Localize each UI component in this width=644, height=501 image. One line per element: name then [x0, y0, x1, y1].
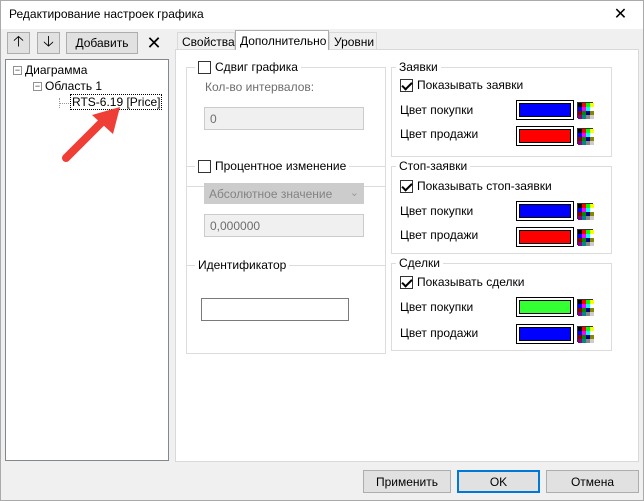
orders-sell-label: Цвет продажи — [400, 127, 479, 141]
tab-panel-advanced: Сдвиг графика Кол-во интервалов: 0 Проце… — [175, 49, 639, 462]
show-trades-label: Показывать сделки — [417, 275, 525, 289]
tab-properties[interactable]: Свойства — [177, 32, 235, 50]
percent-mode-select[interactable]: Абсолютное значение ⌄ — [204, 183, 364, 204]
delete-button[interactable]: ✕ — [142, 32, 166, 54]
shift-checkbox-label: Сдвиг графика — [215, 60, 298, 74]
show-stop-orders-checkbox[interactable]: Показывать стоп-заявки — [400, 179, 552, 193]
orders-buy-color-row — [516, 100, 594, 120]
show-stop-orders-checkbox-box[interactable] — [400, 179, 413, 193]
apply-button[interactable]: Применить — [363, 470, 451, 493]
orders-buy-label: Цвет покупки — [400, 103, 474, 117]
color-palette-icon[interactable] — [577, 128, 594, 145]
show-stop-orders-label: Показывать стоп-заявки — [417, 179, 552, 193]
stop-orders-sell-color-swatch[interactable] — [516, 227, 574, 247]
arrow-down-icon: 🡣 — [43, 32, 54, 50]
delete-icon: ✕ — [146, 32, 162, 53]
collapse-icon[interactable]: − — [13, 66, 22, 76]
trades-group: Сделки Показывать сделки Цвет покупки Цв… — [391, 256, 612, 351]
percent-group: Процентное изменение Абсолютное значение… — [186, 159, 386, 266]
trades-buy-label: Цвет покупки — [400, 300, 474, 314]
stop-orders-sell-color-row — [516, 227, 594, 247]
trades-legend: Сделки — [396, 256, 443, 270]
stop-orders-buy-label: Цвет покупки — [400, 204, 474, 218]
tree-node-label: Область 1 — [45, 79, 103, 93]
cancel-button[interactable]: Отмена — [546, 470, 639, 493]
color-palette-icon[interactable] — [577, 229, 594, 246]
orders-buy-color-swatch[interactable] — [516, 100, 574, 120]
trades-sell-label: Цвет продажи — [400, 326, 479, 340]
ok-button[interactable]: OK — [457, 470, 540, 493]
stop-orders-legend: Стоп-заявки — [396, 159, 471, 173]
trades-buy-color-swatch[interactable] — [516, 297, 574, 317]
percent-value-input[interactable]: 0,000000 — [204, 214, 364, 237]
percent-checkbox[interactable]: Процентное изменение — [195, 159, 350, 173]
trades-sell-color-swatch[interactable] — [516, 324, 574, 344]
tree-node-label: Диаграмма — [25, 63, 88, 77]
tab-levels[interactable]: Уровни — [329, 32, 377, 50]
percent-checkbox-box[interactable] — [198, 159, 211, 173]
shift-checkbox-box[interactable] — [198, 60, 211, 74]
trades-buy-color-row — [516, 297, 594, 317]
annotation-arrow-icon — [62, 107, 120, 162]
show-trades-checkbox[interactable]: Показывать сделки — [400, 275, 524, 289]
arrow-up-icon: 🡡 — [13, 32, 24, 50]
shift-checkbox[interactable]: Сдвиг графика — [195, 60, 301, 74]
percent-mode-value: Абсолютное значение — [209, 187, 333, 201]
title-bar: Редактирование настроек графика ✕ — [1, 1, 643, 29]
show-orders-label: Показывать заявки — [417, 78, 524, 92]
color-palette-icon[interactable] — [577, 102, 594, 119]
identifier-group: Идентификатор — [186, 258, 386, 354]
show-orders-checkbox[interactable]: Показывать заявки — [400, 78, 523, 92]
trades-sell-color-row — [516, 324, 594, 344]
tree-node-area[interactable]: − Область 1 — [33, 79, 102, 93]
close-icon[interactable]: ✕ — [598, 1, 643, 29]
chevron-down-icon: ⌄ — [349, 187, 359, 199]
collapse-icon[interactable]: − — [33, 82, 42, 92]
percent-checkbox-label: Процентное изменение — [215, 159, 347, 173]
intervals-label: Кол-во интервалов: — [205, 80, 315, 94]
identifier-input[interactable] — [201, 298, 349, 321]
stop-orders-sell-label: Цвет продажи — [400, 228, 479, 242]
tab-advanced[interactable]: Дополнительно — [235, 30, 329, 50]
orders-sell-color-swatch[interactable] — [516, 126, 574, 146]
orders-legend: Заявки — [396, 60, 441, 74]
color-palette-icon[interactable] — [577, 326, 594, 343]
orders-sell-color-row — [516, 126, 594, 146]
identifier-legend: Идентификатор — [195, 258, 290, 272]
stop-orders-group: Стоп-заявки Показывать стоп-заявки Цвет … — [391, 159, 612, 254]
tabs-area: Свойства Дополнительно Уровни Сдвиг граф… — [175, 30, 639, 462]
window-title: Редактирование настроек графика — [9, 7, 204, 21]
show-trades-checkbox-box[interactable] — [400, 275, 413, 289]
add-button[interactable]: Добавить — [66, 32, 138, 54]
stop-orders-buy-color-row — [516, 201, 594, 221]
show-orders-checkbox-box[interactable] — [400, 78, 413, 92]
tree-node-diagram[interactable]: − Диаграмма — [13, 63, 87, 77]
color-palette-icon[interactable] — [577, 299, 594, 316]
move-down-button[interactable]: 🡣 — [37, 32, 60, 54]
settings-dialog: Редактирование настроек графика ✕ 🡡 🡣 До… — [0, 0, 644, 501]
color-palette-icon[interactable] — [577, 203, 594, 220]
stop-orders-buy-color-swatch[interactable] — [516, 201, 574, 221]
intervals-input[interactable]: 0 — [204, 107, 364, 130]
orders-group: Заявки Показывать заявки Цвет покупки Цв… — [391, 60, 612, 157]
move-up-button[interactable]: 🡡 — [7, 32, 30, 54]
